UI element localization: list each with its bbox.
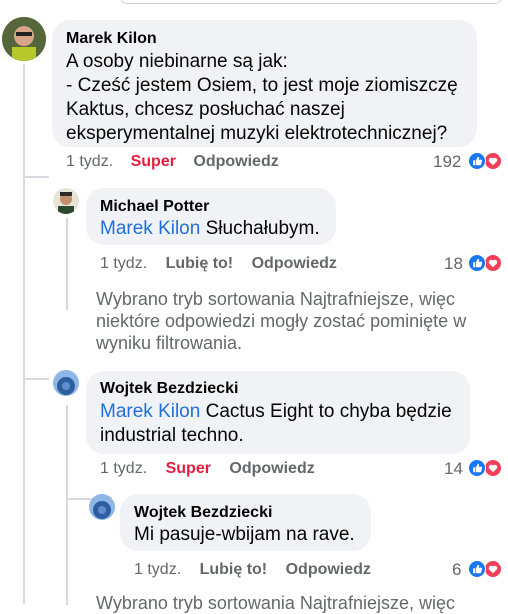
thread-branch	[66, 498, 92, 500]
notice-line: wyniku filtrowania.	[96, 333, 243, 353]
thread-branch	[23, 176, 49, 178]
avatar[interactable]	[53, 188, 79, 214]
comment-actions: 1 tydz. Super Odpowiedz	[66, 153, 279, 171]
comment-time[interactable]: 1 tydz.	[66, 153, 113, 170]
comment-actions: 1 tydz. Lubię to! Odpowiedz	[100, 255, 337, 273]
avatar[interactable]	[2, 17, 46, 61]
reaction-count[interactable]: 18	[444, 254, 463, 274]
comment-text: Marek Kilon Cactus Eight to chyba będzie…	[100, 400, 466, 448]
comment-text-line: A osoby niebinarne są jak:	[66, 51, 288, 72]
filter-notice: Wybrano tryb sortowania Najtrafniejsze, …	[96, 288, 496, 354]
mention-link[interactable]: Marek Kilon	[100, 218, 200, 239]
comment-author[interactable]: Wojtek Bezdziecki	[100, 380, 238, 398]
comment-text-line: - Cześć jestem Osiem, to jest moje ziomi…	[66, 75, 458, 96]
thread-branch	[23, 378, 49, 380]
reaction-count[interactable]: 6	[452, 560, 461, 580]
like-button[interactable]: Lubię to!	[200, 561, 268, 578]
comment-text: Mi pasuje-wbijam na rave.	[134, 524, 355, 545]
comment-author[interactable]: Michael Potter	[100, 198, 209, 216]
comment-time[interactable]: 1 tydz.	[100, 460, 147, 477]
avatar[interactable]	[53, 370, 79, 396]
notice-line: niektóre odpowiedzi mogły zostać pominię…	[96, 311, 467, 331]
comment-actions: 1 tydz. Super Odpowiedz	[100, 460, 315, 478]
comment-text-body: Cactus Eight to chyba będzie	[205, 401, 452, 422]
mention-link[interactable]: Marek Kilon	[100, 401, 200, 422]
comment-text-line: eksperymentalnej muzyki elektrotechniczn…	[66, 123, 448, 144]
comment-text: Marek Kilon Słuchałubym.	[100, 217, 320, 241]
reactions-summary[interactable]	[468, 254, 502, 272]
notice-line: Wybrano tryb sortowania Najtrafniejsze, …	[96, 593, 455, 613]
reaction-count[interactable]: 14	[444, 459, 463, 479]
comment-text: A osoby niebinarne są jak: - Cześć jeste…	[66, 50, 471, 146]
reactions-summary[interactable]	[468, 459, 502, 477]
reactions-summary[interactable]	[468, 152, 502, 170]
thread-line	[66, 218, 68, 310]
thread-line	[66, 405, 68, 605]
reply-button[interactable]: Odpowiedz	[193, 153, 278, 170]
top-input-edge	[120, 0, 502, 4]
reply-button[interactable]: Odpowiedz	[286, 561, 371, 578]
reactions-summary[interactable]	[468, 560, 502, 578]
comment-text-line: Kaktus, chcesz posłuchać naszej	[66, 99, 345, 120]
reaction-button[interactable]: Super	[131, 153, 176, 170]
reply-button[interactable]: Odpowiedz	[252, 255, 337, 272]
notice-line: Wybrano tryb sortowania Najtrafniejsze, …	[96, 289, 455, 309]
comment-time[interactable]: 1 tydz.	[100, 255, 147, 272]
reaction-count[interactable]: 192	[433, 152, 461, 172]
comment-author[interactable]: Wojtek Bezdziecki	[134, 504, 272, 522]
filter-notice: Wybrano tryb sortowania Najtrafniejsze, …	[96, 592, 496, 614]
avatar[interactable]	[89, 494, 115, 520]
reaction-button[interactable]: Super	[166, 460, 211, 477]
comment-author[interactable]: Marek Kilon	[66, 30, 157, 48]
comment-text-body: Słuchałubym.	[205, 218, 320, 239]
reply-button[interactable]: Odpowiedz	[229, 460, 314, 477]
thread-line	[23, 64, 25, 604]
comment-text-line: industrial techno.	[100, 425, 244, 446]
comment-time[interactable]: 1 tydz.	[134, 561, 181, 578]
like-button[interactable]: Lubię to!	[166, 255, 234, 272]
comment-actions: 1 tydz. Lubię to! Odpowiedz	[134, 561, 371, 579]
